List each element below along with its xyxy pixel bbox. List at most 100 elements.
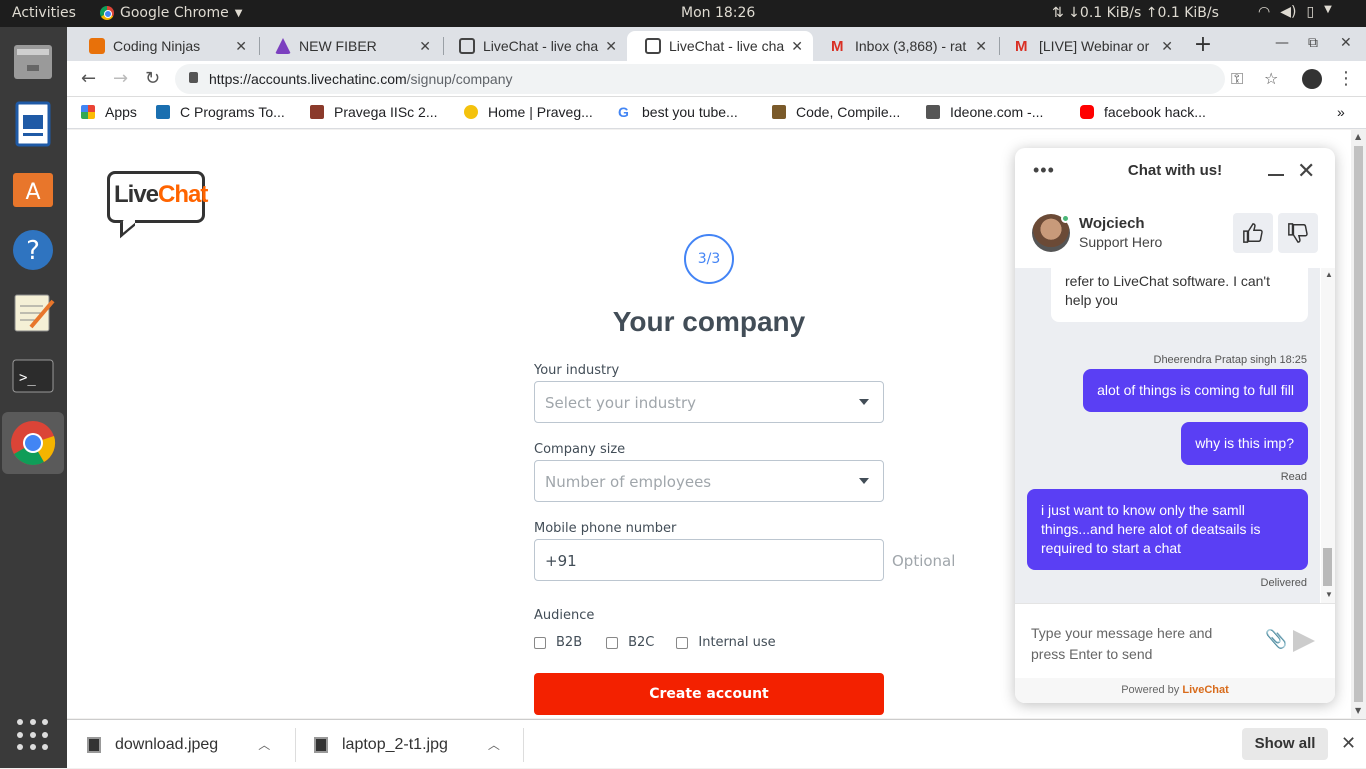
message-composer[interactable]: Type your message here and press Enter t… [1015,603,1335,678]
triangle-favicon-icon [275,38,291,54]
chat-scrollbar-thumb[interactable] [1323,548,1332,586]
bookmark-pravega[interactable]: Pravega IISc 2... [310,104,438,120]
scroll-down-icon[interactable]: ▼ [1325,590,1333,599]
bookmark-home-pravega[interactable]: Home | Praveg... [464,104,593,120]
bookmark-ideone[interactable]: Ideone.com -... [926,104,1043,120]
download-item[interactable]: download.jpeg ︿ [87,720,270,769]
chat-scrollbar[interactable]: ▲ ▼ [1321,268,1335,603]
new-tab-button[interactable]: + [1189,32,1217,60]
attachment-icon[interactable]: 📎 [1265,629,1287,650]
company-size-select[interactable]: Number of employees [534,460,884,502]
terminal-dock-item[interactable]: >_ [9,352,57,400]
chevron-up-icon[interactable]: ︿ [258,736,270,753]
chevron-up-icon[interactable]: ︿ [488,736,500,753]
rate-good-button[interactable] [1233,213,1273,253]
livechat-favicon-icon [645,38,661,54]
close-icon[interactable]: ✕ [419,38,431,55]
profile-avatar[interactable] [1302,69,1322,89]
phone-input[interactable]: +91 [534,539,884,581]
checkbox-label: B2B [556,635,583,650]
chevron-down-icon [859,399,869,405]
message-input[interactable]: Type your message here and press Enter t… [1031,623,1241,665]
tab-webinar[interactable]: M [LIVE] Webinar or ✕ [997,31,1183,61]
bookmark-apps[interactable]: Apps [81,104,137,120]
gmail-favicon-icon: M [831,38,844,55]
app-name: Google Chrome [120,5,229,21]
system-tray[interactable]: ◠ ◀) ▯ ▼ [1258,4,1332,20]
checkbox-box[interactable] [606,636,619,649]
industry-label: Your industry [534,363,620,378]
company-size-placeholder: Number of employees [545,473,712,491]
close-icon[interactable]: ✕ [235,38,247,55]
chrome-dock-item[interactable] [2,412,64,474]
close-icon[interactable]: ✕ [605,38,617,55]
reload-icon[interactable]: ↻ [145,68,160,89]
show-applications-icon[interactable] [17,719,49,751]
scroll-up-icon[interactable]: ▲ [1355,132,1361,141]
audience-b2b-checkbox[interactable]: B2B [534,635,582,650]
show-all-button[interactable]: Show all [1242,728,1328,760]
checkbox-box[interactable] [676,636,689,649]
minimize-window-icon[interactable]: — [1275,35,1289,51]
scroll-down-icon[interactable]: ▼ [1355,706,1361,715]
checkbox-box[interactable] [534,636,546,649]
scroll-up-icon[interactable]: ▲ [1325,270,1333,279]
software-dock-item[interactable]: A [9,163,57,211]
files-dock-item[interactable] [9,37,57,85]
youtube-icon [1080,105,1094,119]
tab-new-fiber[interactable]: NEW FIBER ✕ [257,31,441,61]
create-account-button[interactable]: Create account [534,673,884,715]
livechat-logo[interactable]: LiveChat [107,171,208,223]
audience-b2c-checkbox[interactable]: B2C [606,635,654,650]
menu-icon[interactable]: ⋮ [1337,68,1355,89]
chevron-down-icon: ▼ [1324,4,1332,15]
close-icon[interactable]: ✕ [975,38,987,55]
key-icon[interactable]: ⚿ [1231,69,1243,89]
tab-title: Coding Ninjas [113,38,201,54]
send-icon[interactable] [1293,630,1315,652]
close-icon[interactable]: ✕ [1161,38,1173,55]
thumbs-down-icon [1288,223,1308,243]
address-bar[interactable]: https://accounts.livechatinc.com/signup/… [175,64,1225,94]
chat-header: ••• Chat with us! ✕ [1015,148,1335,193]
industry-select[interactable]: Select your industry [534,381,884,423]
text-editor-dock-item[interactable] [9,289,57,337]
chevron-down-icon: ▼ [234,7,243,19]
clock[interactable]: Mon 18:26 [681,5,755,21]
forward-icon[interactable]: → [113,68,128,89]
more-bookmarks-icon[interactable]: » [1337,104,1345,120]
audience-internal-checkbox[interactable]: Internal use [676,635,776,650]
writer-dock-item[interactable] [9,100,57,148]
close-icon[interactable]: ✕ [791,38,803,55]
bookmark-label: Pravega IISc 2... [334,104,438,120]
activities-button[interactable]: Activities [12,5,76,21]
optional-hint: Optional [892,552,956,570]
back-icon[interactable]: ← [81,68,96,89]
tab-livechat-active[interactable]: LiveChat - live cha ✕ [627,31,813,61]
bookmark-code-compile[interactable]: Code, Compile... [772,104,900,120]
tab-inbox[interactable]: M Inbox (3,868) - rat ✕ [813,31,997,61]
bookmark-c-programs[interactable]: C Programs To... [156,104,285,120]
help-dock-item[interactable]: ? [9,226,57,274]
help-icon: ? [13,230,53,270]
tab-livechat-1[interactable]: LiveChat - live cha ✕ [441,31,627,61]
scrollbar-thumb[interactable] [1354,146,1363,702]
page-scrollbar[interactable]: ▲ ▼ [1351,130,1366,718]
close-icon[interactable]: ✕ [1297,158,1315,184]
industry-placeholder: Select your industry [545,394,696,412]
bookmark-star-icon[interactable]: ☆ [1264,69,1278,88]
download-item[interactable]: laptop_2-t1.jpg ︿ [314,720,500,769]
bookmark-facebook-hack[interactable]: facebook hack... [1080,104,1206,120]
close-window-icon[interactable]: ✕ [1340,35,1352,51]
download-shelf: download.jpeg ︿ laptop_2-t1.jpg ︿ Show a… [67,719,1366,768]
rate-bad-button[interactable] [1278,213,1318,253]
tab-coding-ninjas[interactable]: Coding Ninjas ✕ [71,31,257,61]
maximize-window-icon[interactable]: ⧉ [1308,35,1318,51]
minimize-icon[interactable] [1268,174,1284,176]
powered-by[interactable]: Powered by LiveChat [1015,678,1335,703]
message-list[interactable]: refer to LiveChat software. I can't help… [1015,268,1320,603]
app-menu[interactable]: Google Chrome ▼ [100,5,242,21]
close-icon[interactable]: ✕ [1341,733,1356,754]
checkbox-label: Internal use [698,635,776,650]
bookmark-youtube-search[interactable]: G best you tube... [618,104,738,120]
